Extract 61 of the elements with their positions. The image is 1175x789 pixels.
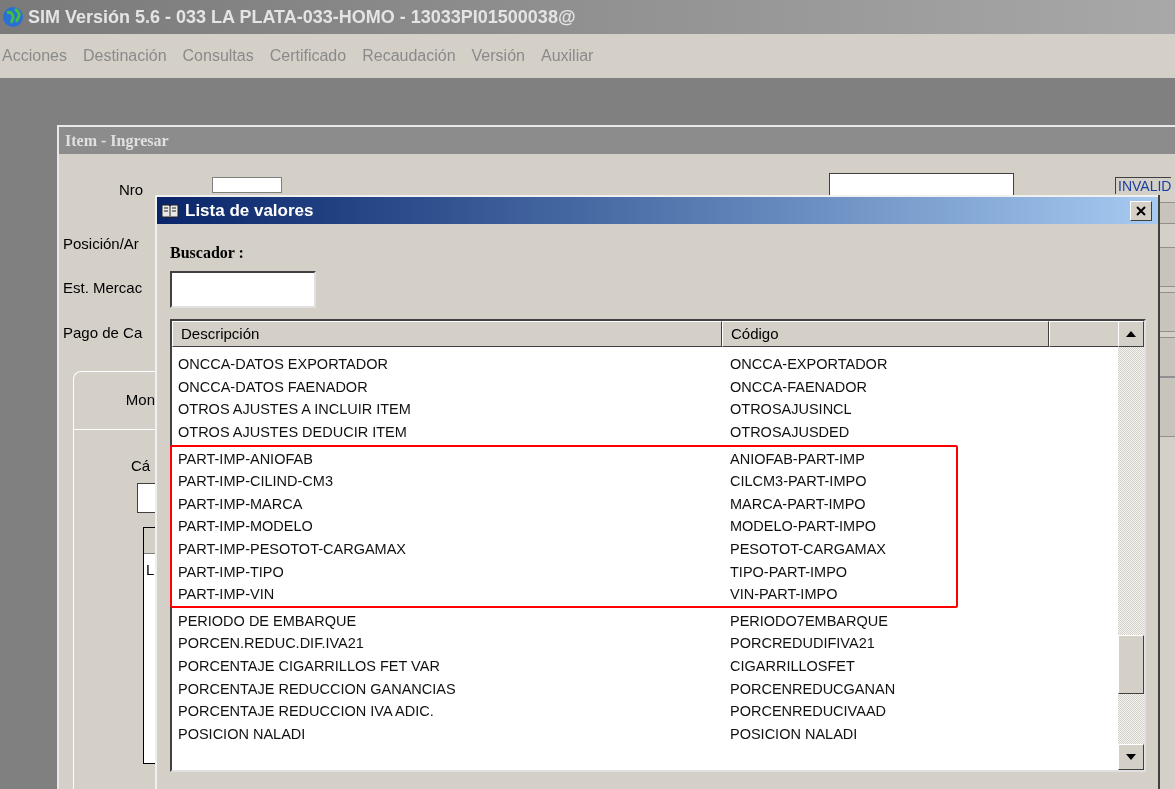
scrollbar[interactable] [1118,321,1144,770]
search-label: Buscador : [170,243,245,263]
table-cell[interactable]: ONCCA-FAENADOR [722,375,1049,398]
table-cell[interactable]: CILCM3-PART-IMPO [722,470,1049,493]
table-cell[interactable]: PART-IMP-VIN [172,583,722,606]
field-label: Nro [119,180,144,200]
up-arrow-icon [1126,331,1136,337]
number-field[interactable] [212,177,282,193]
table-cell[interactable]: PERIODO7EMBARQUE [722,609,1049,632]
table-cell[interactable]: ANIOFAB-PART-IMP [722,447,1049,470]
table-cell[interactable]: PORCENTAJE REDUCCION GANANCIAS [172,677,722,700]
list-text: L [146,560,155,580]
table-cell[interactable]: CIGARRILLOSFET [722,655,1049,677]
globe-icon [2,6,24,28]
table-cell[interactable]: OTROSAJUSINCL [722,398,1049,421]
code-field[interactable] [829,173,1014,197]
dialog-title: Lista de valores [185,199,315,222]
down-arrow-icon [1126,754,1136,760]
table-cell[interactable]: PART-IMP-ANIOFAB [172,447,722,470]
table-cell[interactable]: PORCENREDUCIVAAD [722,700,1049,723]
field-label: Posición/Ar [63,234,139,254]
table-cell[interactable]: PORCENTAJE REDUCCION IVA ADIC. [172,700,722,723]
table-cell[interactable]: PORCREDUDIFIVA21 [722,632,1049,655]
book-icon [161,202,179,219]
table-cell[interactable]: OTROSAJUSDED [722,421,1049,444]
table-cell[interactable]: PART-IMP-TIPO [172,560,722,583]
close-button[interactable] [1130,200,1152,221]
table-cell[interactable]: MODELO-PART-IMPO [722,515,1049,538]
table-cell[interactable]: PART-IMP-MARCA [172,492,722,515]
table-cell[interactable]: PART-IMP-PESOTOT-CARGAMAX [172,538,722,561]
table-cell[interactable]: PESOTOT-CARGAMAX [722,538,1049,561]
scroll-thumb[interactable] [1118,635,1144,694]
table-cell[interactable]: OTROS AJUSTES A INCLUIR ITEM [172,398,722,421]
table-cell[interactable]: ONCCA-EXPORTADOR [722,353,1049,376]
column-header[interactable]: Descripción [172,321,722,347]
table-cell[interactable]: PORCENTAJE CIGARRILLOS FET VAR [172,655,722,677]
scroll-up-button[interactable] [1118,321,1144,347]
table-cell[interactable]: ONCCA-DATOS EXPORTADOR [172,353,722,376]
field-label: Pago de Ca [63,323,143,343]
table-cell[interactable]: PART-IMP-CILIND-CM3 [172,470,722,493]
table-cell[interactable]: PERIODO DE EMBARQUE [172,609,722,632]
status-value: INVALID [1115,177,1172,194]
search-field[interactable] [170,271,316,308]
column-header[interactable]: Código [722,321,1049,347]
table-cell[interactable]: PORCEN.REDUC.DIF.IVA21 [172,632,722,655]
table-cell[interactable]: TIPO-PART-IMPO [722,560,1049,583]
table-cell[interactable]: PORCENREDUCGANAN [722,677,1049,700]
table-cell[interactable]: POSICION NALADI [722,722,1049,745]
field-label: Cá [131,456,151,476]
table-cell[interactable]: VIN-PART-IMPO [722,583,1049,606]
table-cell[interactable]: ONCCA-DATOS FAENADOR [172,375,722,398]
tab-label: Mon [125,390,155,411]
table-cell[interactable]: OTROS AJUSTES DEDUCIR ITEM [172,421,722,444]
close-icon [1136,205,1146,216]
scroll-down-button[interactable] [1118,744,1144,770]
form-title: Item - Ingresar [65,130,169,152]
field-label: Est. Mercac [63,278,143,298]
table-cell[interactable]: PART-IMP-MODELO [172,515,722,538]
window-title: SIM Versión 5.6 - 033 LA PLATA-033-HOMO - 13033PI01500038@ [28,5,576,29]
table-cell[interactable]: MARCA-PART-IMPO [722,492,1049,515]
table-cell[interactable]: POSICION NALADI [172,722,722,745]
